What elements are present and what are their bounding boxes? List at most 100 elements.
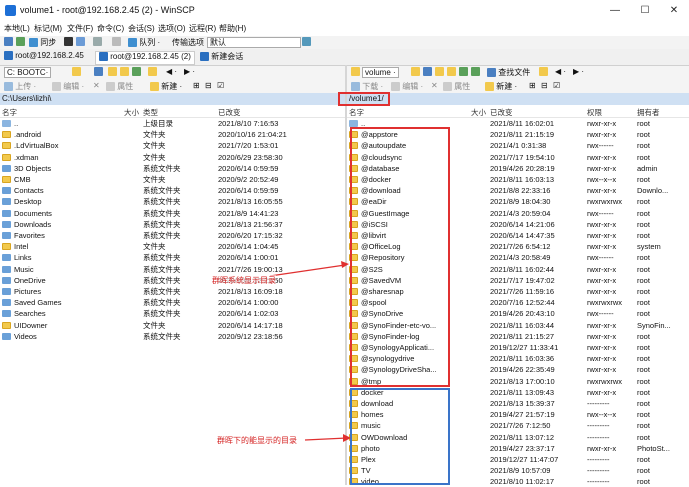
parent-dir-icon[interactable] bbox=[435, 67, 444, 77]
tab-new-session[interactable]: 新建会话 bbox=[200, 51, 243, 63]
left-col-changed[interactable]: 已改变 bbox=[218, 107, 241, 118]
expand-icon[interactable]: ⊞ bbox=[529, 81, 536, 90]
parent-dir-icon[interactable] bbox=[108, 67, 117, 77]
left-file-row[interactable]: Desktop 系统文件夹 2021/8/13 16:05:55 bbox=[0, 196, 345, 207]
sync-browse-icon[interactable] bbox=[16, 37, 25, 47]
download-label[interactable]: 下载 · bbox=[362, 82, 383, 91]
queue-label[interactable]: 队列 · bbox=[139, 38, 160, 47]
left-new-label[interactable]: 新建 · bbox=[161, 82, 182, 91]
delete-icon[interactable]: ✕ bbox=[93, 81, 100, 90]
menu-mark[interactable]: 标记(M) bbox=[34, 23, 62, 34]
left-file-row[interactable]: .LdVirtualBox 文件夹 2021/7/20 1:53:01 bbox=[0, 140, 345, 151]
right-props-label[interactable]: 属性 bbox=[454, 82, 470, 91]
home-icon[interactable] bbox=[459, 67, 468, 77]
left-edit-label[interactable]: 编辑 · bbox=[63, 82, 84, 91]
minimize-button[interactable]: — bbox=[600, 0, 630, 22]
left-file-row[interactable]: Searches 系统文件夹 2020/6/14 1:02:03 bbox=[0, 308, 345, 319]
filter-icon[interactable] bbox=[423, 67, 432, 77]
left-file-row[interactable]: Downloads 系统文件夹 2021/8/13 21:56:37 bbox=[0, 219, 345, 230]
menu-options[interactable]: 选项(O) bbox=[158, 23, 186, 34]
find-files-label[interactable]: 查找文件 bbox=[498, 68, 530, 77]
right-drive-select[interactable]: volume · bbox=[362, 67, 399, 78]
left-file-row[interactable]: 3D Objects 系统文件夹 2020/6/14 0:59:59 bbox=[0, 163, 345, 174]
bookmark-icon[interactable] bbox=[539, 67, 548, 77]
right-col-size[interactable]: 大小 bbox=[471, 107, 486, 118]
file-changed: 2020/6/14 14:21:06 bbox=[490, 219, 555, 229]
left-file-row[interactable]: Intel 文件夹 2020/6/14 1:04:45 bbox=[0, 241, 345, 252]
file-rights: rwxr-xr-x bbox=[587, 443, 617, 453]
forward-icon[interactable]: ▶ · bbox=[573, 67, 584, 76]
transfer-options-select[interactable]: 默认 bbox=[207, 37, 301, 48]
collapse-icon[interactable]: ⊟ bbox=[205, 81, 212, 90]
filter-icon[interactable] bbox=[94, 67, 103, 77]
sync-icon[interactable] bbox=[29, 38, 38, 48]
right-edit-label[interactable]: 编辑 · bbox=[402, 82, 423, 91]
open-folder-icon[interactable] bbox=[72, 67, 81, 77]
left-file-row[interactable]: CMB 文件夹 2020/9/2 20:52:49 bbox=[0, 174, 345, 185]
right-col-changed[interactable]: 已改变 bbox=[490, 107, 513, 118]
left-col-name[interactable]: 名字 bbox=[2, 107, 17, 118]
check-icon[interactable]: ☑ bbox=[553, 81, 560, 90]
file-name-cell: Music bbox=[2, 264, 34, 275]
preferences-icon[interactable] bbox=[93, 37, 102, 47]
title-bar: volume1 - root@192.168.2.45 (2) - WinSCP… bbox=[0, 0, 689, 22]
compare-dirs-icon[interactable] bbox=[4, 37, 13, 47]
left-path-bar[interactable]: C:\Users\lizhi\ bbox=[0, 93, 345, 105]
menu-remote[interactable]: 远程(R) bbox=[189, 23, 216, 34]
tab-session-1[interactable]: root@192.168.2.45 bbox=[4, 51, 84, 63]
left-file-row[interactable]: Documents 系统文件夹 2021/8/9 14:41:23 bbox=[0, 208, 345, 219]
left-drive-select[interactable]: C: BOOTC· bbox=[4, 67, 52, 78]
left-file-row[interactable]: Saved Games 系统文件夹 2020/6/14 1:00:00 bbox=[0, 297, 345, 308]
globe-icon[interactable] bbox=[112, 37, 121, 47]
right-col-owner[interactable]: 拥有者 bbox=[637, 107, 660, 118]
left-file-row[interactable]: Contacts 系统文件夹 2020/6/14 0:59:59 bbox=[0, 185, 345, 196]
back-icon[interactable]: ◀ · bbox=[166, 67, 177, 76]
transfer-settings-icon[interactable] bbox=[302, 37, 311, 47]
refresh-icon[interactable] bbox=[132, 67, 141, 77]
left-file-row[interactable]: OneDrive系统文件夹2020/10/9 12:22:50 bbox=[0, 275, 345, 286]
collapse-icon[interactable]: ⊟ bbox=[541, 81, 548, 90]
file-name: Saved Games bbox=[14, 298, 62, 308]
menu-help[interactable]: 帮助(H) bbox=[219, 23, 246, 34]
left-file-row[interactable]: .xdman 文件夹 2020/6/29 23:58:30 bbox=[0, 152, 345, 163]
terminal-icon[interactable] bbox=[64, 37, 73, 47]
menu-local[interactable]: 本地(L) bbox=[4, 23, 30, 34]
right-path-bar[interactable]: /volume1/ bbox=[347, 93, 689, 105]
left-file-row[interactable]: Links 系统文件夹 2020/6/14 1:00:01 bbox=[0, 252, 345, 263]
left-file-row[interactable]: Music 系统文件夹 2021/7/26 19:00:13 bbox=[0, 264, 345, 275]
forward-icon[interactable]: ▶ · bbox=[184, 67, 195, 76]
tab-session-2[interactable]: root@192.168.2.45 (2) bbox=[95, 51, 195, 65]
left-file-row[interactable]: Favorites 系统文件夹 2020/6/20 17:15:32 bbox=[0, 230, 345, 241]
delete-icon[interactable]: ✕ bbox=[431, 81, 438, 90]
menu-file[interactable]: 文件(F) bbox=[67, 23, 93, 34]
expand-icon[interactable]: ⊞ bbox=[193, 81, 200, 90]
right-col-rights[interactable]: 权限 bbox=[587, 107, 602, 118]
left-col-size[interactable]: 大小 bbox=[124, 107, 139, 118]
left-file-row[interactable]: .. 上级目录 2021/8/10 7:16:53 bbox=[0, 118, 345, 129]
root-dir-icon[interactable] bbox=[120, 67, 129, 77]
left-props-label[interactable]: 属性 bbox=[117, 82, 133, 91]
file-rights: rwxr-xr-x bbox=[587, 242, 617, 252]
left-file-row[interactable]: .android 文件夹 2020/10/16 21:04:21 bbox=[0, 129, 345, 140]
left-file-row[interactable]: Pictures 系统文件夹 2021/8/13 16:09:18 bbox=[0, 286, 345, 297]
menu-command[interactable]: 命令(C) bbox=[97, 23, 124, 34]
back-icon[interactable]: ◀ · bbox=[555, 67, 566, 76]
close-button[interactable]: ✕ bbox=[659, 0, 689, 22]
check-icon[interactable]: ☑ bbox=[217, 81, 224, 90]
open-folder-icon[interactable] bbox=[411, 67, 420, 77]
queue-icon[interactable] bbox=[76, 37, 85, 47]
left-file-row[interactable]: Videos 系统文件夹 2020/9/12 23:18:56 bbox=[0, 331, 345, 342]
maximize-button[interactable]: ☐ bbox=[630, 0, 660, 22]
left-file-row[interactable]: UIDowner 文件夹 2020/6/14 14:17:18 bbox=[0, 320, 345, 331]
root-dir-icon[interactable] bbox=[447, 67, 456, 77]
queue-list-icon[interactable] bbox=[128, 38, 137, 48]
sync-label[interactable]: 同步 bbox=[40, 38, 56, 47]
refresh-icon[interactable] bbox=[471, 67, 480, 77]
file-owner: root bbox=[637, 421, 650, 431]
right-col-name[interactable]: 名字 bbox=[349, 107, 364, 118]
left-col-type[interactable]: 类型 bbox=[143, 107, 158, 118]
menu-session[interactable]: 会话(S) bbox=[128, 23, 155, 34]
upload-label[interactable]: 上传 · bbox=[15, 82, 36, 91]
bookmark-icon[interactable] bbox=[148, 67, 157, 77]
right-new-label[interactable]: 新建 · bbox=[496, 82, 517, 91]
